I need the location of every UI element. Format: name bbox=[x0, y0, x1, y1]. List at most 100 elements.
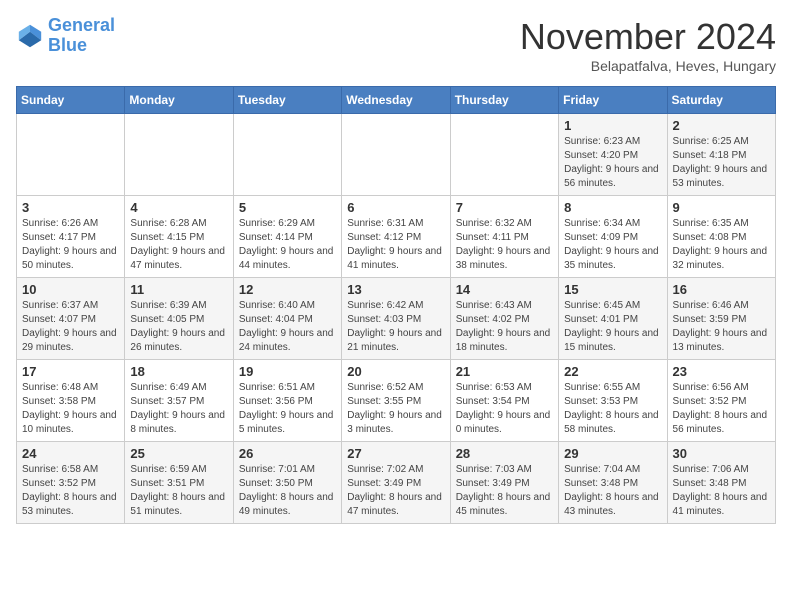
calendar-cell: 20 Sunrise: 6:52 AM Sunset: 3:55 PM Dayli… bbox=[342, 360, 450, 442]
calendar-cell: 28 Sunrise: 7:03 AM Sunset: 3:49 PM Dayli… bbox=[450, 442, 558, 524]
day-info: Sunrise: 7:04 AM Sunset: 3:48 PM Dayligh… bbox=[564, 463, 661, 519]
day-info: Sunrise: 6:25 AM Sunset: 4:18 PM Dayligh… bbox=[673, 135, 770, 191]
calendar-cell: 8 Sunrise: 6:34 AM Sunset: 4:09 PM Daylig… bbox=[559, 196, 667, 278]
day-info: Sunrise: 7:03 AM Sunset: 3:49 PM Dayligh… bbox=[456, 463, 553, 519]
calendar-cell: 21 Sunrise: 6:53 AM Sunset: 3:54 PM Dayli… bbox=[450, 360, 558, 442]
day-info: Sunrise: 6:53 AM Sunset: 3:54 PM Dayligh… bbox=[456, 381, 553, 437]
calendar-cell: 17 Sunrise: 6:48 AM Sunset: 3:58 PM Dayli… bbox=[17, 360, 125, 442]
calendar-cell: 23 Sunrise: 6:56 AM Sunset: 3:52 PM Dayli… bbox=[667, 360, 775, 442]
day-header: Sunday bbox=[17, 87, 125, 114]
day-info: Sunrise: 6:58 AM Sunset: 3:52 PM Dayligh… bbox=[22, 463, 119, 519]
day-number: 19 bbox=[239, 364, 336, 379]
calendar-cell: 4 Sunrise: 6:28 AM Sunset: 4:15 PM Daylig… bbox=[125, 196, 233, 278]
logo-text: General Blue bbox=[48, 16, 115, 56]
day-info: Sunrise: 6:55 AM Sunset: 3:53 PM Dayligh… bbox=[564, 381, 661, 437]
day-number: 7 bbox=[456, 200, 553, 215]
day-info: Sunrise: 6:42 AM Sunset: 4:03 PM Dayligh… bbox=[347, 299, 444, 355]
day-header: Wednesday bbox=[342, 87, 450, 114]
calendar-cell: 27 Sunrise: 7:02 AM Sunset: 3:49 PM Dayli… bbox=[342, 442, 450, 524]
calendar-cell: 19 Sunrise: 6:51 AM Sunset: 3:56 PM Dayli… bbox=[233, 360, 341, 442]
day-info: Sunrise: 6:26 AM Sunset: 4:17 PM Dayligh… bbox=[22, 217, 119, 273]
calendar-cell: 30 Sunrise: 7:06 AM Sunset: 3:48 PM Dayli… bbox=[667, 442, 775, 524]
day-header: Thursday bbox=[450, 87, 558, 114]
calendar-week-row: 10Sunrise: 6:37 AM Sunset: 4:07 PM Dayli… bbox=[17, 278, 776, 360]
calendar-cell bbox=[125, 114, 233, 196]
header-row: SundayMondayTuesdayWednesdayThursdayFrid… bbox=[17, 87, 776, 114]
page-header: General Blue November 2024 Belapatfalva,… bbox=[16, 16, 776, 74]
calendar-cell: 25 Sunrise: 6:59 AM Sunset: 3:51 PM Dayli… bbox=[125, 442, 233, 524]
calendar-cell: 3 Sunrise: 6:26 AM Sunset: 4:17 PM Daylig… bbox=[17, 196, 125, 278]
day-info: Sunrise: 6:35 AM Sunset: 4:08 PM Dayligh… bbox=[673, 217, 770, 273]
logo: General Blue bbox=[16, 16, 115, 56]
day-header: Saturday bbox=[667, 87, 775, 114]
calendar-cell: 1Sunrise: 6:23 AM Sunset: 4:20 PM Daylig… bbox=[559, 114, 667, 196]
day-number: 13 bbox=[347, 282, 444, 297]
day-info: Sunrise: 6:46 AM Sunset: 3:59 PM Dayligh… bbox=[673, 299, 770, 355]
day-info: Sunrise: 6:48 AM Sunset: 3:58 PM Dayligh… bbox=[22, 381, 119, 437]
day-number: 12 bbox=[239, 282, 336, 297]
day-number: 20 bbox=[347, 364, 444, 379]
calendar-table: SundayMondayTuesdayWednesdayThursdayFrid… bbox=[16, 86, 776, 524]
day-number: 2 bbox=[673, 118, 770, 133]
calendar-cell: 14Sunrise: 6:43 AM Sunset: 4:02 PM Dayli… bbox=[450, 278, 558, 360]
day-info: Sunrise: 6:56 AM Sunset: 3:52 PM Dayligh… bbox=[673, 381, 770, 437]
day-number: 10 bbox=[22, 282, 119, 297]
logo-icon bbox=[16, 22, 44, 50]
day-number: 3 bbox=[22, 200, 119, 215]
day-info: Sunrise: 6:23 AM Sunset: 4:20 PM Dayligh… bbox=[564, 135, 661, 191]
day-number: 18 bbox=[130, 364, 227, 379]
calendar-cell bbox=[450, 114, 558, 196]
calendar-cell: 22 Sunrise: 6:55 AM Sunset: 3:53 PM Dayli… bbox=[559, 360, 667, 442]
calendar-cell: 6Sunrise: 6:31 AM Sunset: 4:12 PM Daylig… bbox=[342, 196, 450, 278]
day-number: 14 bbox=[456, 282, 553, 297]
calendar-cell: 12Sunrise: 6:40 AM Sunset: 4:04 PM Dayli… bbox=[233, 278, 341, 360]
day-number: 25 bbox=[130, 446, 227, 461]
day-info: Sunrise: 6:28 AM Sunset: 4:15 PM Dayligh… bbox=[130, 217, 227, 273]
calendar-week-row: 3 Sunrise: 6:26 AM Sunset: 4:17 PM Daylig… bbox=[17, 196, 776, 278]
calendar-cell: 18 Sunrise: 6:49 AM Sunset: 3:57 PM Dayli… bbox=[125, 360, 233, 442]
day-info: Sunrise: 6:52 AM Sunset: 3:55 PM Dayligh… bbox=[347, 381, 444, 437]
day-number: 5 bbox=[239, 200, 336, 215]
day-number: 4 bbox=[130, 200, 227, 215]
calendar-cell: 26Sunrise: 7:01 AM Sunset: 3:50 PM Dayli… bbox=[233, 442, 341, 524]
day-info: Sunrise: 6:45 AM Sunset: 4:01 PM Dayligh… bbox=[564, 299, 661, 355]
day-number: 28 bbox=[456, 446, 553, 461]
calendar-week-row: 1Sunrise: 6:23 AM Sunset: 4:20 PM Daylig… bbox=[17, 114, 776, 196]
day-number: 27 bbox=[347, 446, 444, 461]
day-number: 29 bbox=[564, 446, 661, 461]
day-number: 30 bbox=[673, 446, 770, 461]
day-info: Sunrise: 7:06 AM Sunset: 3:48 PM Dayligh… bbox=[673, 463, 770, 519]
day-number: 23 bbox=[673, 364, 770, 379]
day-info: Sunrise: 6:51 AM Sunset: 3:56 PM Dayligh… bbox=[239, 381, 336, 437]
day-number: 17 bbox=[22, 364, 119, 379]
month-title: November 2024 bbox=[520, 16, 776, 58]
calendar-cell: 10Sunrise: 6:37 AM Sunset: 4:07 PM Dayli… bbox=[17, 278, 125, 360]
day-number: 22 bbox=[564, 364, 661, 379]
day-info: Sunrise: 6:39 AM Sunset: 4:05 PM Dayligh… bbox=[130, 299, 227, 355]
calendar-cell: 2 Sunrise: 6:25 AM Sunset: 4:18 PM Daylig… bbox=[667, 114, 775, 196]
calendar-week-row: 17 Sunrise: 6:48 AM Sunset: 3:58 PM Dayli… bbox=[17, 360, 776, 442]
title-area: November 2024 Belapatfalva, Heves, Hunga… bbox=[520, 16, 776, 74]
day-info: Sunrise: 6:59 AM Sunset: 3:51 PM Dayligh… bbox=[130, 463, 227, 519]
calendar-cell: 11 Sunrise: 6:39 AM Sunset: 4:05 PM Dayli… bbox=[125, 278, 233, 360]
calendar-cell: 24 Sunrise: 6:58 AM Sunset: 3:52 PM Dayli… bbox=[17, 442, 125, 524]
day-info: Sunrise: 6:32 AM Sunset: 4:11 PM Dayligh… bbox=[456, 217, 553, 273]
day-number: 8 bbox=[564, 200, 661, 215]
calendar-week-row: 24 Sunrise: 6:58 AM Sunset: 3:52 PM Dayli… bbox=[17, 442, 776, 524]
day-info: Sunrise: 6:34 AM Sunset: 4:09 PM Dayligh… bbox=[564, 217, 661, 273]
day-number: 6 bbox=[347, 200, 444, 215]
calendar-cell: 5 Sunrise: 6:29 AM Sunset: 4:14 PM Daylig… bbox=[233, 196, 341, 278]
calendar-cell: 9Sunrise: 6:35 AM Sunset: 4:08 PM Daylig… bbox=[667, 196, 775, 278]
day-info: Sunrise: 6:49 AM Sunset: 3:57 PM Dayligh… bbox=[130, 381, 227, 437]
day-info: Sunrise: 7:02 AM Sunset: 3:49 PM Dayligh… bbox=[347, 463, 444, 519]
day-number: 24 bbox=[22, 446, 119, 461]
calendar-cell: 29 Sunrise: 7:04 AM Sunset: 3:48 PM Dayli… bbox=[559, 442, 667, 524]
day-info: Sunrise: 6:29 AM Sunset: 4:14 PM Dayligh… bbox=[239, 217, 336, 273]
day-number: 26 bbox=[239, 446, 336, 461]
day-number: 21 bbox=[456, 364, 553, 379]
day-header: Tuesday bbox=[233, 87, 341, 114]
day-number: 11 bbox=[130, 282, 227, 297]
day-number: 16 bbox=[673, 282, 770, 297]
day-number: 15 bbox=[564, 282, 661, 297]
calendar-cell bbox=[342, 114, 450, 196]
